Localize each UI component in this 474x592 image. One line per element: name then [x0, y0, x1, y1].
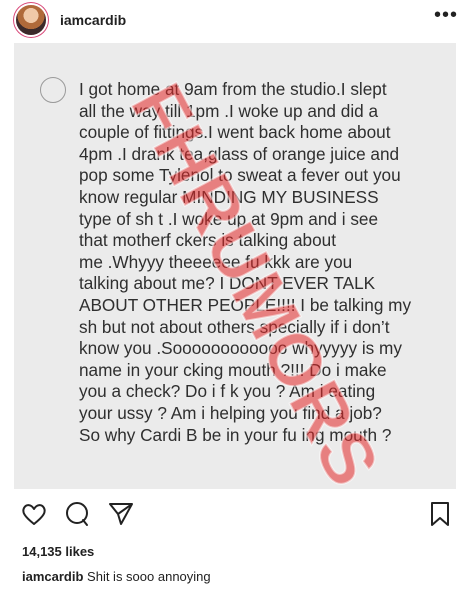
- action-bar: [0, 500, 474, 534]
- circle-icon: [40, 77, 66, 103]
- comment-icon[interactable]: [63, 500, 91, 528]
- caption: iamcardib Shit is sooo annoying: [22, 569, 211, 584]
- avatar[interactable]: [16, 5, 46, 35]
- more-icon[interactable]: •••: [434, 4, 458, 27]
- caption-text: Shit is sooo annoying: [87, 569, 211, 584]
- heart-icon[interactable]: [20, 500, 48, 528]
- post-image: I got home at 9am from the studio.I slep…: [14, 43, 456, 489]
- bookmark-icon[interactable]: [426, 500, 454, 528]
- share-icon[interactable]: [107, 500, 135, 528]
- like-count[interactable]: 14,135 likes: [22, 544, 94, 559]
- post-header: iamcardib •••: [0, 0, 474, 42]
- caption-username[interactable]: iamcardib: [22, 569, 83, 584]
- username-link[interactable]: iamcardib: [60, 12, 126, 28]
